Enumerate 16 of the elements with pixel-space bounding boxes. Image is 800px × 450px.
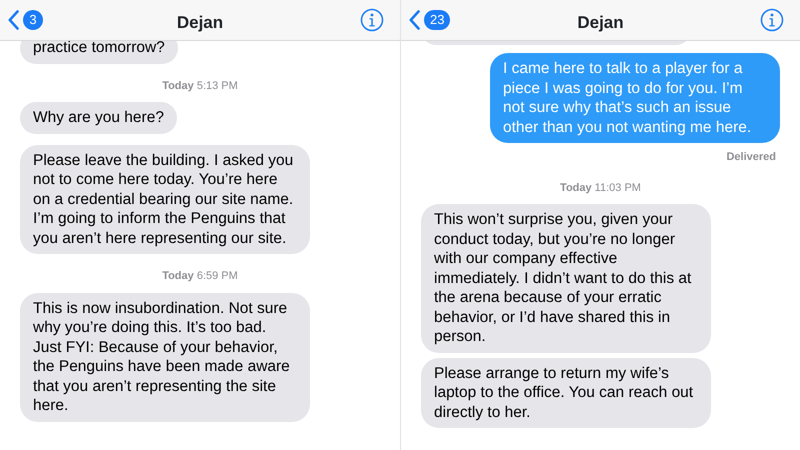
received-message: Please leave the building. I asked you not to come here today. You’re here on a credential bearing our site name. I’m going to inform the Penguins that you aren’t here representing our site. [20, 144, 310, 254]
info-icon[interactable] [760, 8, 784, 32]
info-icon[interactable] [360, 8, 384, 32]
timestamp: Today 5:13 PM [161, 78, 239, 94]
received-message: Please arrange to return my wife’s laptop to the office. You can reach out directly to her. [421, 358, 711, 428]
contact-name: Dejan [176, 12, 224, 34]
timestamp: Today 11:03 PM [559, 180, 642, 196]
chevron-icon [409, 10, 420, 30]
chevron-icon [8, 10, 19, 30]
received-message: This won’t surprise you, given your conduct today, but you’re no longer with our company effective immediately. I didn’t want to do this at the arena because of your erratic behavior, or I’d have shared this in person. [421, 204, 711, 352]
sent-message: I came here to talk to a player for a piece I was going to do for you. I’m not sure why that’s such an issue other than you not wanting me here. [490, 53, 780, 143]
received-message: This is now insubordination. Not sure why you’re doing this. It’s too bad. Just FYI: Because of your behavior, the Penguins have been made aware that you aren’t representing the site here. [20, 292, 310, 422]
received-message: Why are you here? [20, 102, 177, 134]
delivery-status: Delivered [726, 150, 776, 165]
timestamp: Today 6:59 PM [161, 269, 239, 284]
contact-name: Dejan [577, 12, 624, 34]
